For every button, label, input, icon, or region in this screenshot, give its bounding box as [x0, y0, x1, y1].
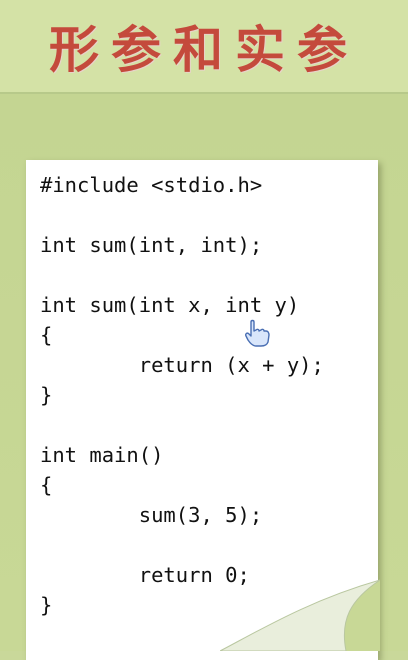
code-line-10: int main() — [40, 443, 164, 467]
title-band: 形参和实参 — [0, 0, 408, 94]
code-block: #include <stdio.h> int sum(int, int); int … — [40, 170, 324, 620]
code-line-6: { — [40, 323, 53, 347]
hand-pointer-icon — [245, 319, 270, 347]
slide-title: 形参和实参 — [49, 20, 359, 79]
code-line-5: int sum(int x, int y) — [40, 293, 300, 317]
code-line-14: return 0; — [40, 563, 250, 587]
code-line-1: #include <stdio.h> — [40, 173, 263, 197]
code-line-12: sum(3, 5); — [40, 503, 263, 527]
code-line-15: } — [40, 593, 53, 617]
code-line-11: { — [40, 473, 53, 497]
code-line-3: int sum(int, int); — [40, 233, 263, 257]
code-line-7: return (x + y); — [40, 353, 324, 377]
code-line-8: } — [40, 383, 53, 407]
